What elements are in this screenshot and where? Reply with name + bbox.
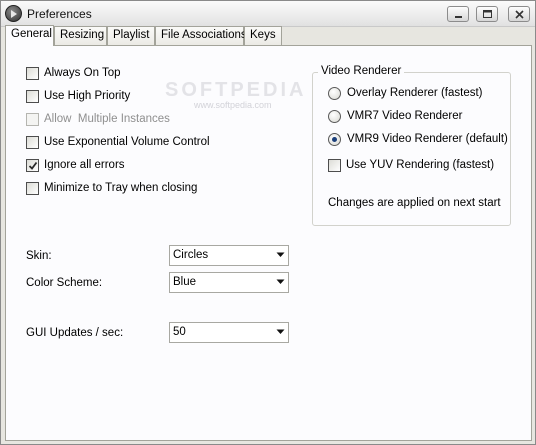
checkbox-label: Allow Multiple Instances [44,113,170,125]
tab-resizing[interactable]: Resizing [54,26,107,45]
radio-label: VMR7 Video Renderer [347,110,463,122]
tab-file-associations[interactable]: File Associations [155,26,247,45]
radio-label: VMR9 Video Renderer (default) [347,133,508,145]
video-renderer-group: Video Renderer Overlay Renderer (fastest… [312,65,511,226]
close-icon [515,10,524,19]
radio-label: Overlay Renderer (fastest) [347,87,483,99]
chevron-down-icon [276,329,285,334]
vmr7-renderer-radio[interactable]: VMR7 Video Renderer [328,108,463,124]
radio-button[interactable] [328,86,341,100]
checkbox-box[interactable] [26,66,39,80]
allow-multiple-instances-checkbox: Allow Multiple Instances [26,111,170,127]
exponential-volume-checkbox[interactable]: Use Exponential Volume Control [26,134,210,150]
skin-select[interactable]: Circles [169,245,289,266]
checkbox-box[interactable] [26,135,39,149]
radio-button[interactable] [328,132,341,146]
vmr9-renderer-radio[interactable]: VMR9 Video Renderer (default) [328,131,508,147]
checkbox-label: Use High Priority [44,90,131,102]
window-title: Preferences [27,7,92,21]
checkbox-label: Always On Top [44,67,121,79]
checkbox-label: Ignore all errors [44,159,125,171]
video-renderer-title: Video Renderer [318,65,405,77]
color-scheme-label: Color Scheme: [26,277,103,289]
checkbox-box [26,112,39,126]
yuv-rendering-checkbox[interactable]: Use YUV Rendering (fastest) [328,157,494,173]
restart-note: Changes are applied on next start [328,197,501,209]
general-panel: SOFTPEDIA www.softpedia.com Always On To… [5,45,532,441]
checkbox-box[interactable] [26,181,39,195]
tab-keys[interactable]: Keys [244,26,282,45]
app-logo-icon [5,5,22,22]
use-high-priority-checkbox[interactable]: Use High Priority [26,88,130,104]
minimize-icon [455,16,462,18]
checkbox-box[interactable] [26,89,39,103]
checkbox-label: Use Exponential Volume Control [44,136,210,148]
checkbox-box[interactable] [26,158,39,172]
skin-label: Skin: [26,250,52,262]
minimize-button[interactable] [447,6,469,22]
title-bar[interactable]: Preferences [1,1,535,27]
color-scheme-select[interactable]: Blue [169,272,289,293]
maximize-icon [483,10,492,18]
ignore-all-errors-checkbox[interactable]: Ignore all errors [26,157,125,173]
watermark-url: www.softpedia.com [194,100,272,110]
checkmark-icon [28,161,38,170]
gui-updates-label: GUI Updates / sec: [26,327,124,339]
overlay-renderer-radio[interactable]: Overlay Renderer (fastest) [328,85,483,101]
preferences-window: Preferences General Resizing Playlist Fi… [0,0,536,445]
tab-playlist[interactable]: Playlist [107,26,155,45]
radio-selected-dot [332,136,337,142]
maximize-button[interactable] [476,6,498,22]
tab-general[interactable]: General [5,25,54,46]
checkbox-box[interactable] [328,158,341,172]
watermark: SOFTPEDIA [165,79,307,101]
minimize-to-tray-checkbox[interactable]: Minimize to Tray when closing [26,180,197,196]
checkbox-label: Use YUV Rendering (fastest) [346,159,495,171]
close-button[interactable] [508,6,530,22]
chevron-down-icon [276,279,285,284]
always-on-top-checkbox[interactable]: Always On Top [26,65,121,81]
gui-updates-select[interactable]: 50 [169,322,289,343]
gui-updates-value: 50 [173,326,186,338]
radio-button[interactable] [328,109,341,123]
checkbox-label: Minimize to Tray when closing [44,182,198,194]
color-scheme-value: Blue [173,276,197,288]
chevron-down-icon [276,252,285,257]
skin-value: Circles [173,249,209,261]
